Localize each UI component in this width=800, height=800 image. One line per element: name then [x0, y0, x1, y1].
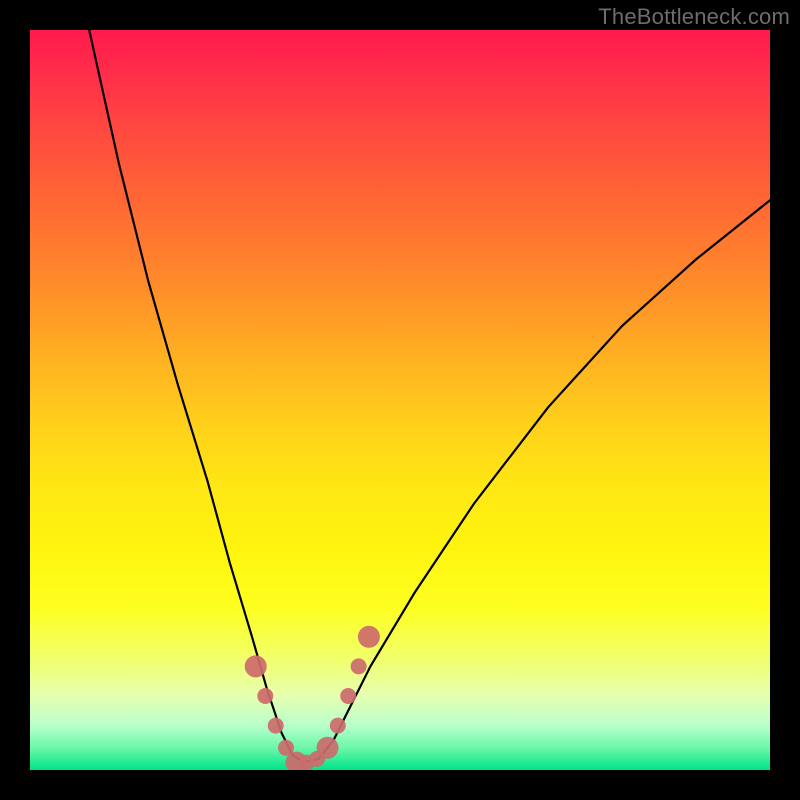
marker-point — [278, 740, 294, 756]
marker-point — [257, 688, 273, 704]
marker-point — [351, 658, 367, 674]
marker-point — [268, 718, 284, 734]
chart-svg — [30, 30, 770, 770]
marker-point — [299, 755, 315, 770]
chart-frame: TheBottleneck.com — [0, 0, 800, 800]
highlight-points — [245, 626, 380, 770]
marker-point — [358, 626, 380, 648]
marker-point — [285, 752, 307, 770]
marker-point — [245, 655, 267, 677]
watermark-text: TheBottleneck.com — [598, 4, 790, 30]
marker-point — [317, 737, 339, 759]
marker-point — [330, 718, 346, 734]
chart-plot-area — [30, 30, 770, 770]
marker-point — [340, 688, 356, 704]
bottleneck-curve — [89, 30, 770, 763]
marker-point — [309, 751, 325, 767]
